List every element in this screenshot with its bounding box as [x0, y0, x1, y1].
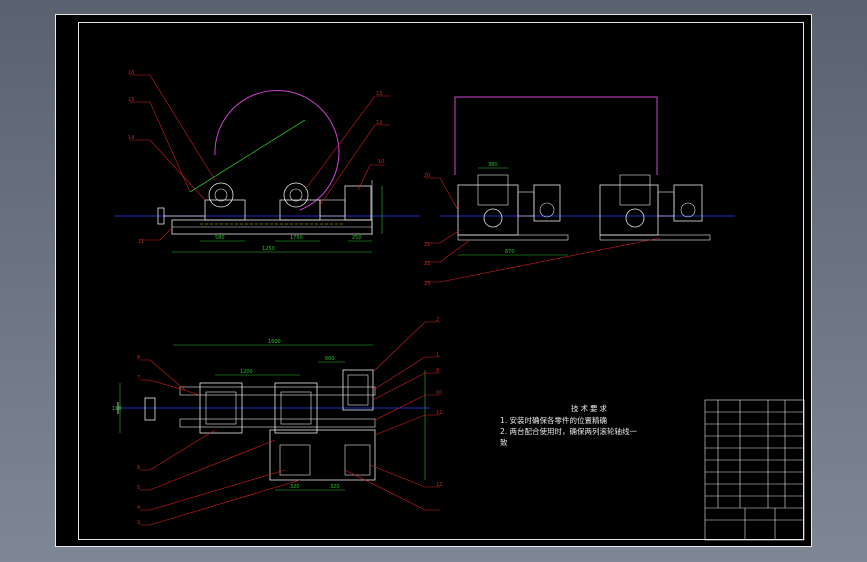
dimension-label: 1750	[290, 235, 303, 241]
plan-view	[115, 321, 440, 526]
workpiece-outline	[214, 90, 340, 211]
leader-number: 14	[128, 135, 134, 141]
dimension-label: 1600	[268, 339, 281, 345]
dimension-label: 320	[290, 484, 300, 490]
leader-number: 10	[378, 159, 384, 165]
leader-number: 15	[128, 97, 134, 103]
technical-notes-title: 技术要求	[571, 404, 609, 413]
leader-number: 22	[424, 261, 430, 267]
leader-number: 11	[436, 410, 442, 416]
guard-outline	[454, 96, 658, 175]
leader-number: 3	[137, 520, 140, 526]
leader-number: 7	[137, 375, 140, 381]
leader-number: 20	[424, 173, 430, 179]
leader-number: 6	[137, 465, 140, 471]
technical-note-line: 2. 两台配合使用时，确保两列滚轮轴线一	[500, 427, 638, 436]
technical-note-line: 致	[500, 438, 508, 447]
dimension-label: 1200	[240, 369, 253, 375]
technical-notes: 技术要求 1. 安装时确保各零件的位置精确 2. 两台配合使用时，确保两列滚轮轴…	[500, 403, 680, 448]
dimension-label: 870	[505, 249, 515, 255]
leader-number: 11	[138, 239, 144, 245]
leader-number: 1	[436, 352, 439, 358]
leader-number: 2	[436, 317, 439, 323]
dimension-label: 380	[488, 162, 498, 168]
leader-number: 21	[424, 242, 430, 248]
title-block	[704, 399, 805, 541]
side-view	[425, 96, 735, 283]
dimension-label: 580	[215, 235, 225, 241]
leader-number: 5	[137, 485, 140, 491]
leader-number: 10	[436, 390, 442, 396]
dimension-label: 320	[330, 484, 340, 490]
dimension-label: 1250	[262, 246, 275, 252]
cad-canvas: 16 15 14 11 13 12 10 20 21 22 23 8 7 6 5 4 3 2 1 9 10 11 12 125…	[0, 0, 867, 562]
technical-note-line: 1. 安装时确保各零件的位置精确	[500, 416, 608, 425]
dimension-label: 250	[352, 235, 362, 241]
leader-number: 12	[376, 120, 382, 126]
dimension-label: 110	[112, 406, 122, 412]
leader-number: 16	[128, 70, 134, 76]
leader-number: 4	[137, 505, 140, 511]
leader-number: 9	[436, 368, 439, 374]
leader-number: 12	[436, 482, 442, 488]
front-elevation-view	[115, 74, 420, 253]
dimension-label: 600	[325, 356, 335, 362]
leader-number: 23	[424, 281, 430, 287]
leader-number: 13	[376, 91, 382, 97]
leader-number: 8	[137, 355, 140, 361]
diameter-line	[189, 119, 306, 193]
drawing-svg: 1615141113121020212223876543219101112125…	[112, 70, 805, 541]
